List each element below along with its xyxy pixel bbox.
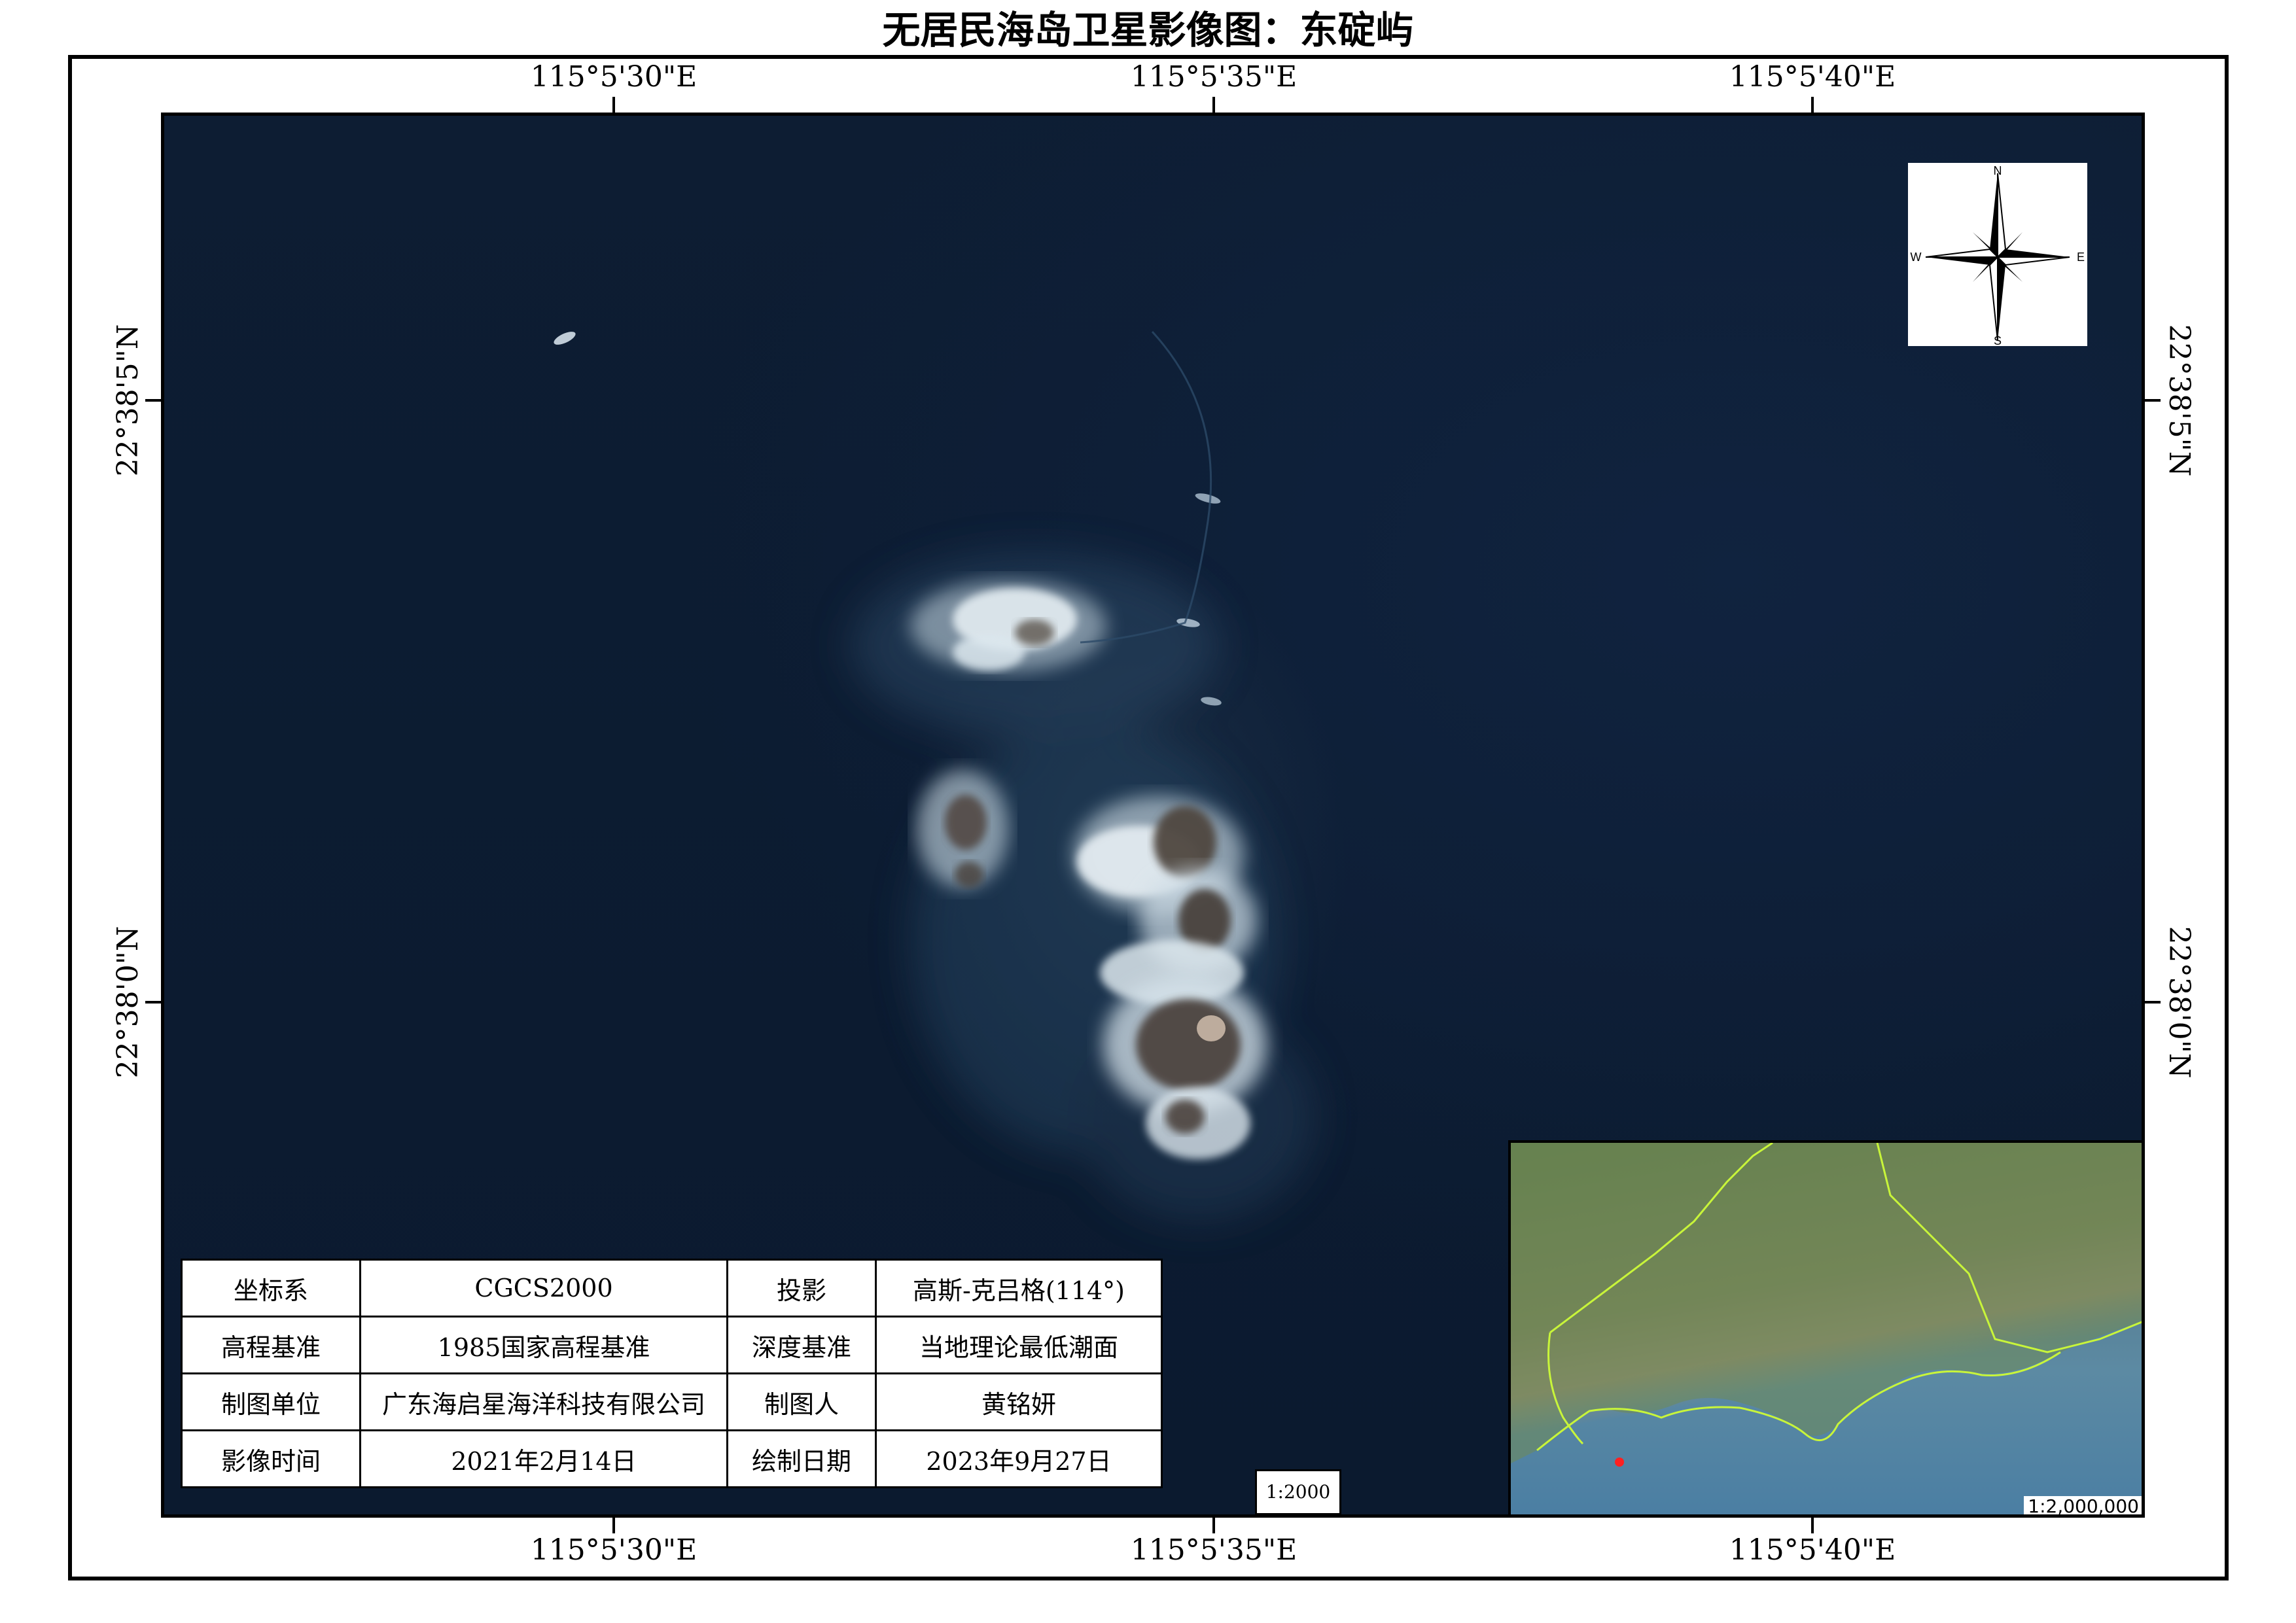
right-latitude-label-1: 22°38'5"N (2163, 324, 2196, 477)
left-latitude-label-1: 22°38'5"N (111, 324, 145, 477)
top-longitude-label-2: 115°5'35"E (1130, 60, 1298, 94)
table-cell: 影像时间 (181, 1429, 361, 1488)
table-row: 坐标系 CGCS2000 投影 高斯-克吕格(114°) (181, 1259, 1163, 1318)
inset-map-layer (1511, 1143, 2142, 1467)
table-cell: 黄铭妍 (875, 1372, 1163, 1431)
table-cell: 高斯-克吕格(114°) (875, 1259, 1163, 1318)
graticule-tick (145, 399, 162, 402)
map-info-table: 坐标系 CGCS2000 投影 高斯-克吕格(114°) 高程基准 1985国家… (181, 1259, 1163, 1488)
table-cell: 2021年2月14日 (359, 1429, 728, 1488)
bottom-longitude-label-1: 115°5'30"E (530, 1533, 698, 1567)
table-cell: 1985国家高程基准 (359, 1316, 728, 1374)
scale-label: 1:2000 (1255, 1469, 1341, 1515)
table-cell: 2023年9月27日 (875, 1429, 1163, 1488)
graticule-tick (2144, 399, 2161, 402)
table-cell: 制图人 (726, 1372, 877, 1431)
graticule-tick (612, 1516, 615, 1533)
top-longitude-label-3: 115°5'40"E (1729, 60, 1896, 94)
reef-north (910, 580, 1106, 672)
compass-north-label: N (1994, 164, 2002, 177)
graticule-tick (1811, 97, 1814, 114)
graticule-tick (145, 1001, 162, 1003)
table-cell: 制图单位 (181, 1372, 361, 1431)
right-latitude-label-2: 22°38'0"N (2163, 926, 2196, 1079)
islet-west (917, 770, 1008, 888)
compass-east-label: E (2077, 251, 2085, 264)
compass-rose-icon: N S E W (1911, 164, 2085, 347)
table-cell: 广东海启星海洋科技有限公司 (359, 1372, 728, 1431)
table-cell: 坐标系 (181, 1259, 361, 1318)
graticule-tick (1212, 97, 1215, 114)
graticule-tick (1811, 1516, 1814, 1533)
inset-location-map[interactable]: 1:2,000,000 (1508, 1140, 2142, 1514)
bottom-longitude-label-3: 115°5'40"E (1729, 1533, 1896, 1567)
table-cell: 投影 (726, 1259, 877, 1318)
table-row: 高程基准 1985国家高程基准 深度基准 当地理论最低潮面 (181, 1316, 1163, 1374)
table-cell: 绘制日期 (726, 1429, 877, 1488)
left-latitude-label-2: 22°38'0"N (111, 926, 145, 1079)
top-longitude-label-1: 115°5'30"E (530, 60, 698, 94)
table-row: 制图单位 广东海启星海洋科技有限公司 制图人 黄铭妍 (181, 1372, 1163, 1431)
north-arrow: N S E W (1908, 163, 2087, 347)
compass-west-label: W (1911, 251, 1922, 264)
graticule-tick (1212, 1516, 1215, 1533)
graticule-tick (2144, 1001, 2161, 1003)
graticule-tick (612, 97, 615, 114)
island-location-marker (1615, 1457, 1624, 1467)
table-cell: 深度基准 (726, 1316, 877, 1374)
table-cell: 高程基准 (181, 1316, 361, 1374)
table-cell: 当地理论最低潮面 (875, 1316, 1163, 1374)
inset-scale-label: 1:2,000,000 (2024, 1496, 2142, 1514)
table-cell: CGCS2000 (359, 1259, 728, 1318)
map-title: 无居民海岛卫星影像图：东碇屿 (882, 8, 1414, 52)
bottom-longitude-label-2: 115°5'35"E (1130, 1533, 1298, 1567)
compass-south-label: S (1994, 334, 2002, 346)
table-row: 影像时间 2021年2月14日 绘制日期 2023年9月27日 (181, 1429, 1163, 1488)
